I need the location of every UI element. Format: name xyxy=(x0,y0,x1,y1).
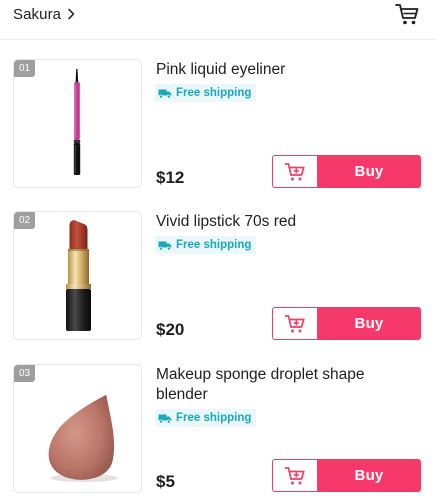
buy-button[interactable]: Buy xyxy=(317,459,421,492)
chevron-right-icon xyxy=(67,4,81,24)
free-shipping-label: Free shipping xyxy=(176,412,252,424)
lipstick-image xyxy=(66,220,91,331)
product-image-lipstick[interactable]: 02 xyxy=(13,211,142,340)
product-image-sponge[interactable]: 03 xyxy=(13,364,142,493)
delivery-truck-icon xyxy=(158,239,172,251)
product-actions: Buy xyxy=(272,307,421,340)
rank-badge: 01 xyxy=(14,60,35,77)
free-shipping-label: Free shipping xyxy=(176,239,252,251)
free-shipping-badge: Free shipping xyxy=(155,236,257,254)
buy-button[interactable]: Buy xyxy=(317,155,421,188)
product-price: $5 xyxy=(156,472,175,491)
delivery-truck-icon xyxy=(158,87,172,99)
buy-button[interactable]: Buy xyxy=(317,307,421,340)
product-price: $12 xyxy=(156,168,185,187)
add-to-cart-icon xyxy=(284,162,305,180)
product-item[interactable]: 01 Pink liquid eyeliner Free shipping $1… xyxy=(0,59,436,189)
product-actions: Buy xyxy=(272,155,421,188)
add-to-cart-button[interactable] xyxy=(272,307,317,340)
product-item[interactable]: 03 Makeup sponge droplet shape blender F… xyxy=(0,364,436,494)
rank-badge: 03 xyxy=(14,365,35,382)
product-image-eyeliner[interactable]: 01 xyxy=(13,59,142,188)
product-actions: Buy xyxy=(272,459,421,492)
add-to-cart-icon xyxy=(284,466,305,484)
free-shipping-badge: Free shipping xyxy=(155,84,257,102)
product-title[interactable]: Pink liquid eyeliner xyxy=(156,60,416,80)
shopping-cart-icon[interactable] xyxy=(393,0,421,28)
product-title[interactable]: Vivid lipstick 70s red xyxy=(156,212,416,232)
top-bar: Sakura xyxy=(0,0,436,40)
rank-badge: 02 xyxy=(14,212,35,229)
add-to-cart-icon xyxy=(284,314,305,332)
product-price: $20 xyxy=(156,320,185,339)
delivery-truck-icon xyxy=(158,412,172,424)
free-shipping-badge: Free shipping xyxy=(155,409,257,427)
add-to-cart-button[interactable] xyxy=(272,155,317,188)
free-shipping-label: Free shipping xyxy=(176,87,252,99)
eyeliner-image xyxy=(73,69,81,175)
add-to-cart-button[interactable] xyxy=(272,459,317,492)
store-link[interactable]: Sakura xyxy=(13,4,81,24)
sponge-image xyxy=(48,394,118,482)
product-item[interactable]: 02 Vivid lipstick 70s red Free shipping … xyxy=(0,211,436,341)
product-title[interactable]: Makeup sponge droplet shape blender xyxy=(156,365,416,405)
store-name: Sakura xyxy=(13,5,62,23)
